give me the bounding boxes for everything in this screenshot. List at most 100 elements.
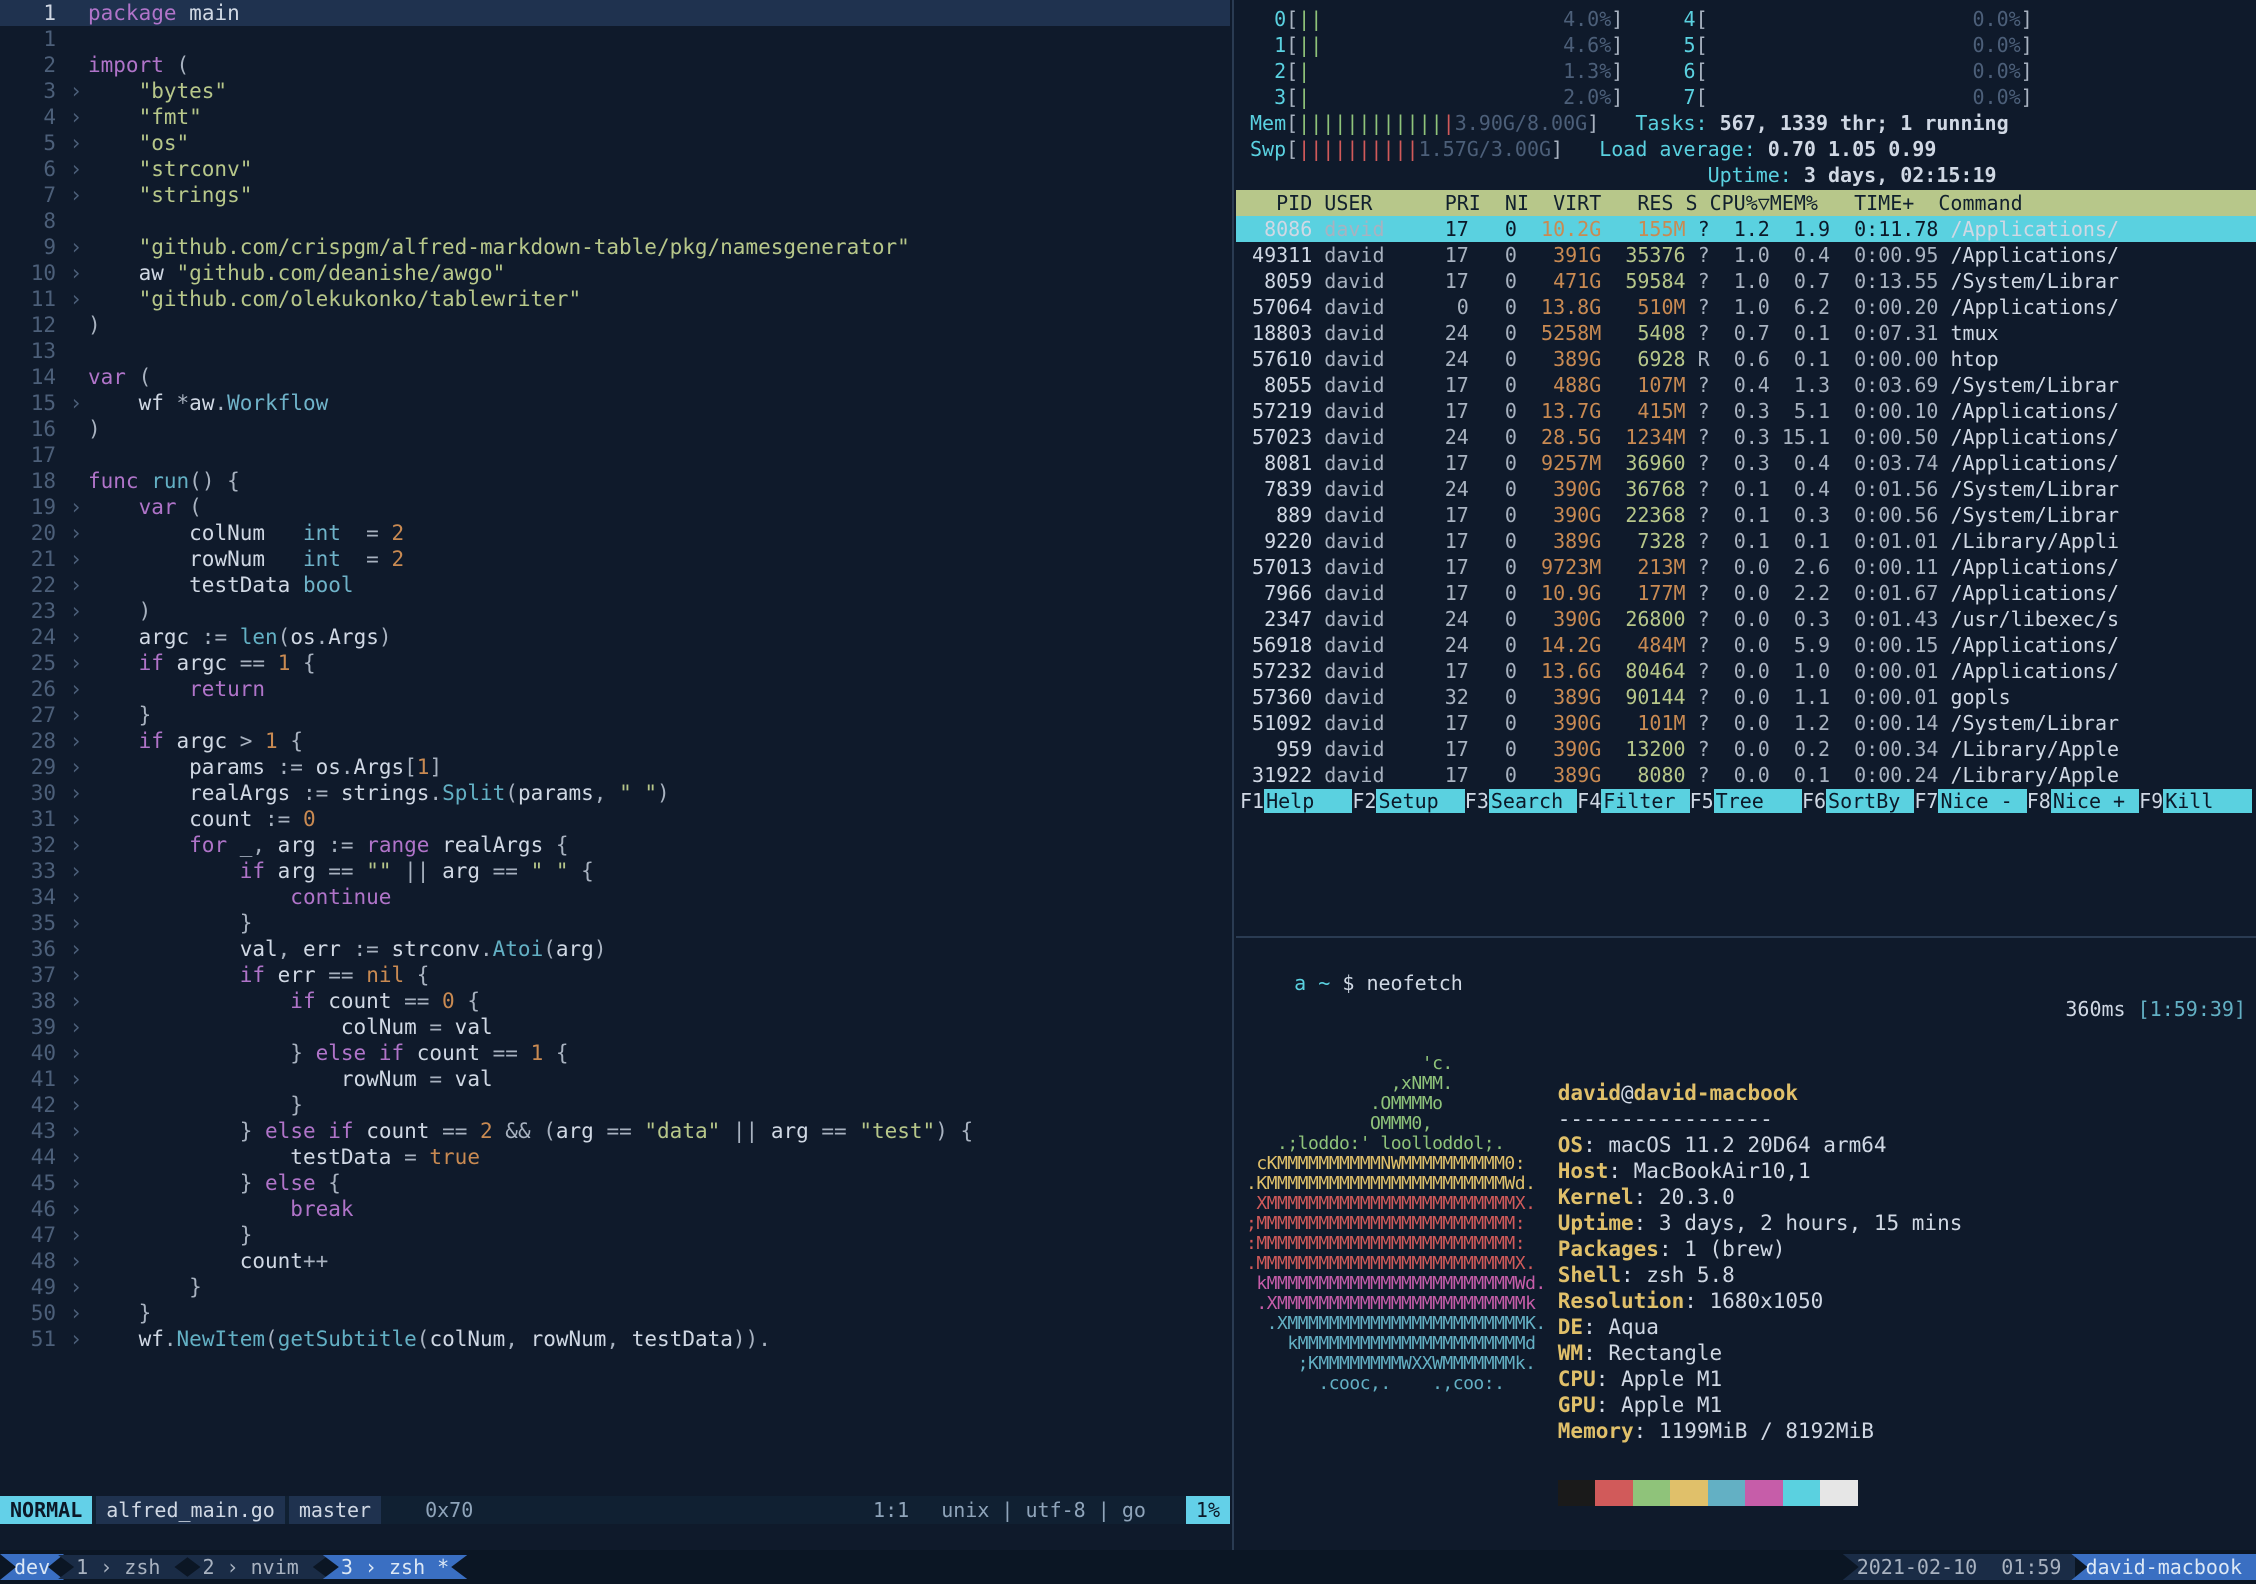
process-row[interactable]: 7839 david 24 0 390G 36768 ? 0.1 0.4 0:0… xyxy=(1236,476,2256,502)
code-line[interactable]: 10› aw "github.com/deanishe/awgo" xyxy=(0,260,1230,286)
process-row[interactable]: 8059 david 17 0 471G 59584 ? 1.0 0.7 0:1… xyxy=(1236,268,2256,294)
fnkey-F2[interactable]: F2 xyxy=(1352,789,1376,813)
process-row[interactable]: 57232 david 17 0 13.6G 80464 ? 0.0 1.0 0… xyxy=(1236,658,2256,684)
process-row[interactable]: 889 david 17 0 390G 22368 ? 0.1 0.3 0:00… xyxy=(1236,502,2256,528)
code-line[interactable]: 4› "fmt" xyxy=(0,104,1230,130)
fnkey-F4[interactable]: F4 xyxy=(1577,789,1601,813)
tmux-host: david-macbook xyxy=(2071,1554,2256,1580)
process-row[interactable]: 56918 david 24 0 14.2G 484M ? 0.0 5.9 0:… xyxy=(1236,632,2256,658)
code-line[interactable]: 35› } xyxy=(0,910,1230,936)
code-line[interactable]: 6› "strconv" xyxy=(0,156,1230,182)
process-row[interactable]: 57023 david 24 0 28.5G 1234M ? 0.3 15.1 … xyxy=(1236,424,2256,450)
fnkey-F7[interactable]: F7 xyxy=(1914,789,1938,813)
process-row[interactable]: 51092 david 17 0 390G 101M ? 0.0 1.2 0:0… xyxy=(1236,710,2256,736)
code-line[interactable]: 5› "os" xyxy=(0,130,1230,156)
code-line[interactable]: 42› } xyxy=(0,1092,1230,1118)
code-line[interactable]: 26› return xyxy=(0,676,1230,702)
fnkey-F6[interactable]: F6 xyxy=(1802,789,1826,813)
process-row[interactable]: 57013 david 17 0 9723M 213M ? 0.0 2.6 0:… xyxy=(1236,554,2256,580)
code-area[interactable]: 1 package main1 2 import (3› "bytes"4› "… xyxy=(0,0,1230,1352)
code-line[interactable]: 11› "github.com/olekukonko/tablewriter" xyxy=(0,286,1230,312)
process-row[interactable]: 57064 david 0 0 13.8G 510M ? 1.0 6.2 0:0… xyxy=(1236,294,2256,320)
code-line[interactable]: 9› "github.com/crispgm/alfred-markdown-t… xyxy=(0,234,1230,260)
code-line[interactable]: 49› } xyxy=(0,1274,1230,1300)
code-line[interactable]: 2 import ( xyxy=(0,52,1230,78)
htop-pane[interactable]: 0[|| 4.0%] 4[ 0.0%] 1[|| 4.6%] 5[ 0.0%] … xyxy=(1236,0,2256,934)
code-line[interactable]: 23› ) xyxy=(0,598,1230,624)
code-line[interactable]: 16 ) xyxy=(0,416,1230,442)
code-line[interactable]: 14 var ( xyxy=(0,364,1230,390)
code-line[interactable]: 22› testData bool xyxy=(0,572,1230,598)
code-line[interactable]: 13 xyxy=(0,338,1230,364)
function-key-bar[interactable]: F1Help F2Setup F3Search F4Filter F5Tree … xyxy=(1236,788,2256,814)
code-line[interactable]: 40› } else if count == 1 { xyxy=(0,1040,1230,1066)
code-line[interactable]: 32› for _, arg := range realArgs { xyxy=(0,832,1230,858)
code-line[interactable]: 41› rowNum = val xyxy=(0,1066,1230,1092)
code-line[interactable]: 34› continue xyxy=(0,884,1230,910)
code-line[interactable]: 47› } xyxy=(0,1222,1230,1248)
code-line[interactable]: 45› } else { xyxy=(0,1170,1230,1196)
code-line[interactable]: 30› realArgs := strings.Split(params, " … xyxy=(0,780,1230,806)
terminal-pane[interactable]: a ~ $ neofetch 360ms [1:59:39] 'c. ,xNMM… xyxy=(1236,940,2256,1524)
code-line[interactable]: 48› count++ xyxy=(0,1248,1230,1274)
process-row[interactable]: 57219 david 17 0 13.7G 415M ? 0.3 5.1 0:… xyxy=(1236,398,2256,424)
code-line[interactable]: 36› val, err := strconv.Atoi(arg) xyxy=(0,936,1230,962)
code-line[interactable]: 18 func run() { xyxy=(0,468,1230,494)
process-row[interactable]: 57360 david 32 0 389G 90144 ? 0.0 1.1 0:… xyxy=(1236,684,2256,710)
process-row[interactable]: 57610 david 24 0 389G 6928 R 0.6 0.1 0:0… xyxy=(1236,346,2256,372)
fnkey-F8[interactable]: F8 xyxy=(2027,789,2051,813)
code-line[interactable]: 46› break xyxy=(0,1196,1230,1222)
tmux-window[interactable]: 2 › nvim xyxy=(184,1555,328,1579)
code-line[interactable]: 20› colNum int = 2 xyxy=(0,520,1230,546)
code-line[interactable]: 37› if err == nil { xyxy=(0,962,1230,988)
fnkey-F3[interactable]: F3 xyxy=(1465,789,1489,813)
code-line[interactable]: 51› wf.NewItem(getSubtitle(colNum, rowNu… xyxy=(0,1326,1230,1352)
code-line[interactable]: 38› if count == 0 { xyxy=(0,988,1230,1014)
code-line[interactable]: 15› wf *aw.Workflow xyxy=(0,390,1230,416)
fnkey-F5[interactable]: F5 xyxy=(1690,789,1714,813)
process-row[interactable]: 7966 david 17 0 10.9G 177M ? 0.0 2.2 0:0… xyxy=(1236,580,2256,606)
tmux-window[interactable]: 1 › zsh xyxy=(58,1555,190,1579)
code-line[interactable]: 17 xyxy=(0,442,1230,468)
tmux-session[interactable]: dev xyxy=(0,1554,64,1580)
process-row[interactable]: 9220 david 17 0 389G 7328 ? 0.1 0.1 0:01… xyxy=(1236,528,2256,554)
editor-pane[interactable]: 1 package main1 2 import (3› "bytes"4› "… xyxy=(0,0,1230,1524)
fnkey-F1[interactable]: F1 xyxy=(1240,789,1264,813)
code-line[interactable]: 39› colNum = val xyxy=(0,1014,1230,1040)
code-line[interactable]: 31› count := 0 xyxy=(0,806,1230,832)
process-row[interactable]: 2347 david 24 0 390G 26800 ? 0.0 0.3 0:0… xyxy=(1236,606,2256,632)
process-row[interactable]: 31922 david 17 0 389G 8080 ? 0.0 0.1 0:0… xyxy=(1236,762,2256,788)
process-row[interactable]: 49311 david 17 0 391G 35376 ? 1.0 0.4 0:… xyxy=(1236,242,2256,268)
code-line[interactable]: 19› var ( xyxy=(0,494,1230,520)
process-list[interactable]: 8086 david 17 0 10.2G 155M ? 1.2 1.9 0:1… xyxy=(1236,216,2256,788)
code-line[interactable]: 27› } xyxy=(0,702,1230,728)
code-line[interactable]: 1 xyxy=(0,26,1230,52)
code-line[interactable]: 28› if argc > 1 { xyxy=(0,728,1230,754)
code-line[interactable]: 12 ) xyxy=(0,312,1230,338)
process-row[interactable]: 8081 david 17 0 9257M 36960 ? 0.3 0.4 0:… xyxy=(1236,450,2256,476)
process-header[interactable]: PID USER PRI NI VIRT RES S CPU%▽MEM% TIM… xyxy=(1236,190,2256,216)
code-line[interactable]: 50› } xyxy=(0,1300,1230,1326)
cpu-meters: 0[|| 4.0%] 4[ 0.0%] 1[|| 4.6%] 5[ 0.0%] … xyxy=(1236,0,2256,190)
hex-pos: 0x70 xyxy=(425,1496,473,1524)
code-line[interactable]: 25› if argc == 1 { xyxy=(0,650,1230,676)
tmux-statusbar: dev 1 › zsh 2 › nvim 3 › zsh * 2021-02-1… xyxy=(0,1550,2256,1584)
mode-indicator: NORMAL xyxy=(0,1496,92,1524)
process-row[interactable]: 8086 david 17 0 10.2G 155M ? 1.2 1.9 0:1… xyxy=(1236,216,2256,242)
process-row[interactable]: 18803 david 24 0 5258M 5408 ? 0.7 0.1 0:… xyxy=(1236,320,2256,346)
process-row[interactable]: 959 david 17 0 390G 13200 ? 0.0 0.2 0:00… xyxy=(1236,736,2256,762)
tmux-time: 01:59 xyxy=(2001,1555,2061,1579)
process-row[interactable]: 8055 david 17 0 488G 107M ? 0.4 1.3 0:03… xyxy=(1236,372,2256,398)
fnkey-F9[interactable]: F9 xyxy=(2139,789,2163,813)
code-line[interactable]: 24› argc := len(os.Args) xyxy=(0,624,1230,650)
code-line[interactable]: 44› testData = true xyxy=(0,1144,1230,1170)
code-line[interactable]: 21› rowNum int = 2 xyxy=(0,546,1230,572)
code-line[interactable]: 29› params := os.Args[1] xyxy=(0,754,1230,780)
code-line[interactable]: 3› "bytes" xyxy=(0,78,1230,104)
code-line[interactable]: 1 package main xyxy=(0,0,1230,26)
code-line[interactable]: 7› "strings" xyxy=(0,182,1230,208)
tmux-window[interactable]: 3 › zsh * xyxy=(323,1555,467,1579)
code-line[interactable]: 43› } else if count == 2 && (arg == "dat… xyxy=(0,1118,1230,1144)
code-line[interactable]: 33› if arg == "" || arg == " " { xyxy=(0,858,1230,884)
code-line[interactable]: 8 xyxy=(0,208,1230,234)
